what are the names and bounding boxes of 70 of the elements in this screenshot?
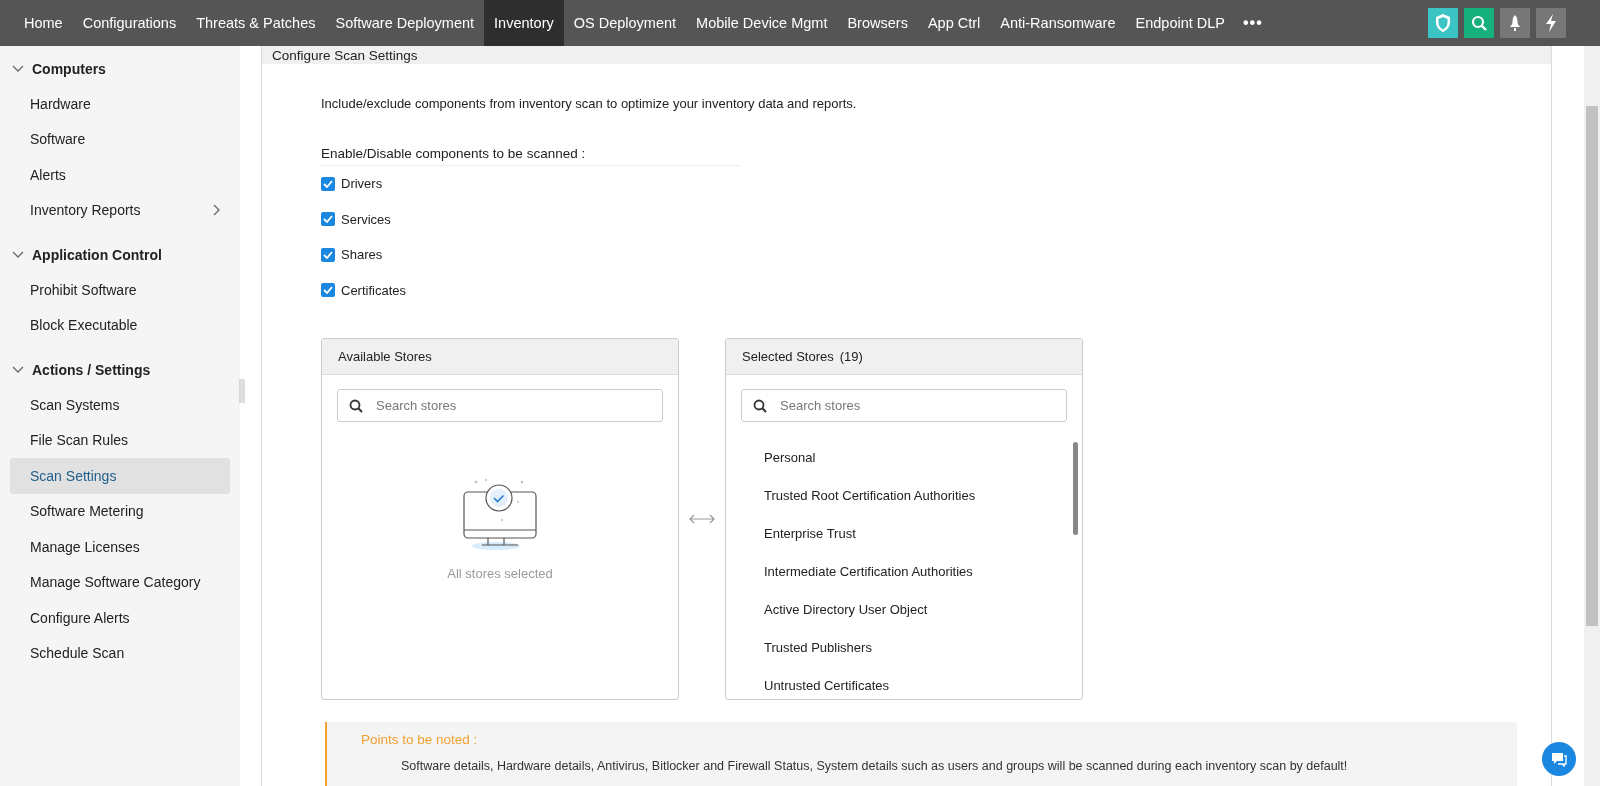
- lightning-button[interactable]: [1536, 8, 1566, 38]
- sidebar-item[interactable]: Prohibit Software: [10, 272, 230, 308]
- sidebar-item[interactable]: Scan Settings: [10, 458, 230, 494]
- checkbox[interactable]: [321, 247, 335, 262]
- shield-icon: [1434, 13, 1452, 33]
- sidebar-group-title[interactable]: Application Control: [32, 247, 162, 263]
- search-icon: [753, 399, 767, 413]
- resize-handle-icon[interactable]: [239, 379, 246, 403]
- chat-button[interactable]: [1542, 742, 1576, 776]
- nav-tab[interactable]: Threats & Patches: [186, 0, 326, 46]
- sidebar-item[interactable]: Block Executable: [10, 307, 230, 343]
- store-item[interactable]: Personal: [726, 438, 1082, 476]
- empty-state-text: All stores selected: [447, 566, 553, 581]
- panel-title: Available Stores: [338, 349, 432, 364]
- checkbox-label: Services: [341, 211, 391, 227]
- sidebar-item[interactable]: File Scan Rules: [10, 422, 230, 458]
- more-menu[interactable]: •••: [1235, 0, 1271, 46]
- store-count: (19): [839, 349, 863, 364]
- rocket-button[interactable]: [1500, 8, 1530, 38]
- checkbox[interactable]: [321, 283, 335, 298]
- nav-tab[interactable]: App Ctrl: [917, 0, 991, 46]
- nav-tab[interactable]: Inventory: [484, 0, 564, 46]
- store-item[interactable]: Active Directory User Object: [726, 590, 1082, 628]
- sidebar-item[interactable]: Manage Software Category: [10, 564, 230, 600]
- store-item[interactable]: Trusted Root Certification Authorities: [726, 476, 1082, 514]
- sidebar-item[interactable]: Software Metering: [10, 493, 230, 529]
- checkbox-label: Drivers: [341, 176, 383, 192]
- search-button[interactable]: [1464, 8, 1494, 38]
- checkbox[interactable]: [321, 176, 335, 191]
- store-item[interactable]: Untrusted Certificates: [726, 666, 1082, 699]
- sidebar-item[interactable]: Schedule Scan: [10, 635, 230, 671]
- sidebar-item[interactable]: Software: [10, 121, 230, 157]
- search-field[interactable]: Search stores: [741, 389, 1067, 422]
- shield-button[interactable]: [1428, 8, 1458, 38]
- panel-title: Selected Stores: [742, 349, 834, 364]
- search-icon: [349, 399, 363, 413]
- page-scrollbar[interactable]: [1584, 46, 1600, 786]
- checkbox-label: Certificates: [341, 282, 407, 298]
- sidebar-item[interactable]: Alerts: [10, 157, 230, 193]
- search-field[interactable]: Search stores: [337, 389, 663, 422]
- nav-tab[interactable]: Browsers: [837, 0, 918, 46]
- sidebar-item[interactable]: Hardware: [10, 86, 230, 122]
- nav-tab[interactable]: Anti-Ransomware: [990, 0, 1126, 46]
- sidebar-group-title[interactable]: Computers: [32, 61, 106, 77]
- nav-tab[interactable]: Endpoint DLP: [1125, 0, 1235, 46]
- store-item[interactable]: Trusted Publishers: [726, 628, 1082, 666]
- double-arrow-icon: [689, 514, 715, 524]
- search-icon: [1471, 15, 1487, 31]
- notes-title: Points to be noted :: [361, 732, 479, 747]
- nav-tab[interactable]: OS Deployment: [563, 0, 687, 46]
- scrollbar-thumb[interactable]: [1073, 442, 1078, 535]
- checkbox-label: Shares: [341, 247, 383, 263]
- nav-tab[interactable]: Mobile Device Mgmt: [686, 0, 838, 46]
- description-text: Include/exclude components from inventory scan to optimize your inventory data and reports.: [321, 96, 858, 111]
- nav-tab[interactable]: Configurations: [72, 0, 187, 46]
- components-label: Enable/Disable components to be scanned :: [321, 146, 741, 166]
- nav-tab[interactable]: Software Deployment: [325, 0, 485, 46]
- section-title: Configure Scan Settings: [272, 47, 418, 63]
- lightning-icon: [1544, 14, 1558, 32]
- nav-tab[interactable]: Home: [14, 0, 73, 46]
- note-text: Software details, Hardware details, Antivirus, Bitlocker and Firewall Status, System details such as users and groups will be scanned during each inventory scan by default!: [401, 759, 1349, 773]
- chat-bubble-icon: [1550, 751, 1568, 767]
- sidebar-item[interactable]: Configure Alerts: [10, 600, 230, 636]
- store-item[interactable]: Intermediate Certification Authorities: [726, 552, 1082, 590]
- sidebar-item[interactable]: Scan Systems: [10, 387, 230, 423]
- sidebar-group-title[interactable]: Actions / Settings: [32, 362, 151, 378]
- sidebar-item[interactable]: Inventory Reports: [10, 192, 230, 228]
- checkbox[interactable]: [321, 212, 335, 227]
- sidebar-item[interactable]: Manage Licenses: [10, 529, 230, 565]
- store-item[interactable]: Enterprise Trust: [726, 514, 1082, 552]
